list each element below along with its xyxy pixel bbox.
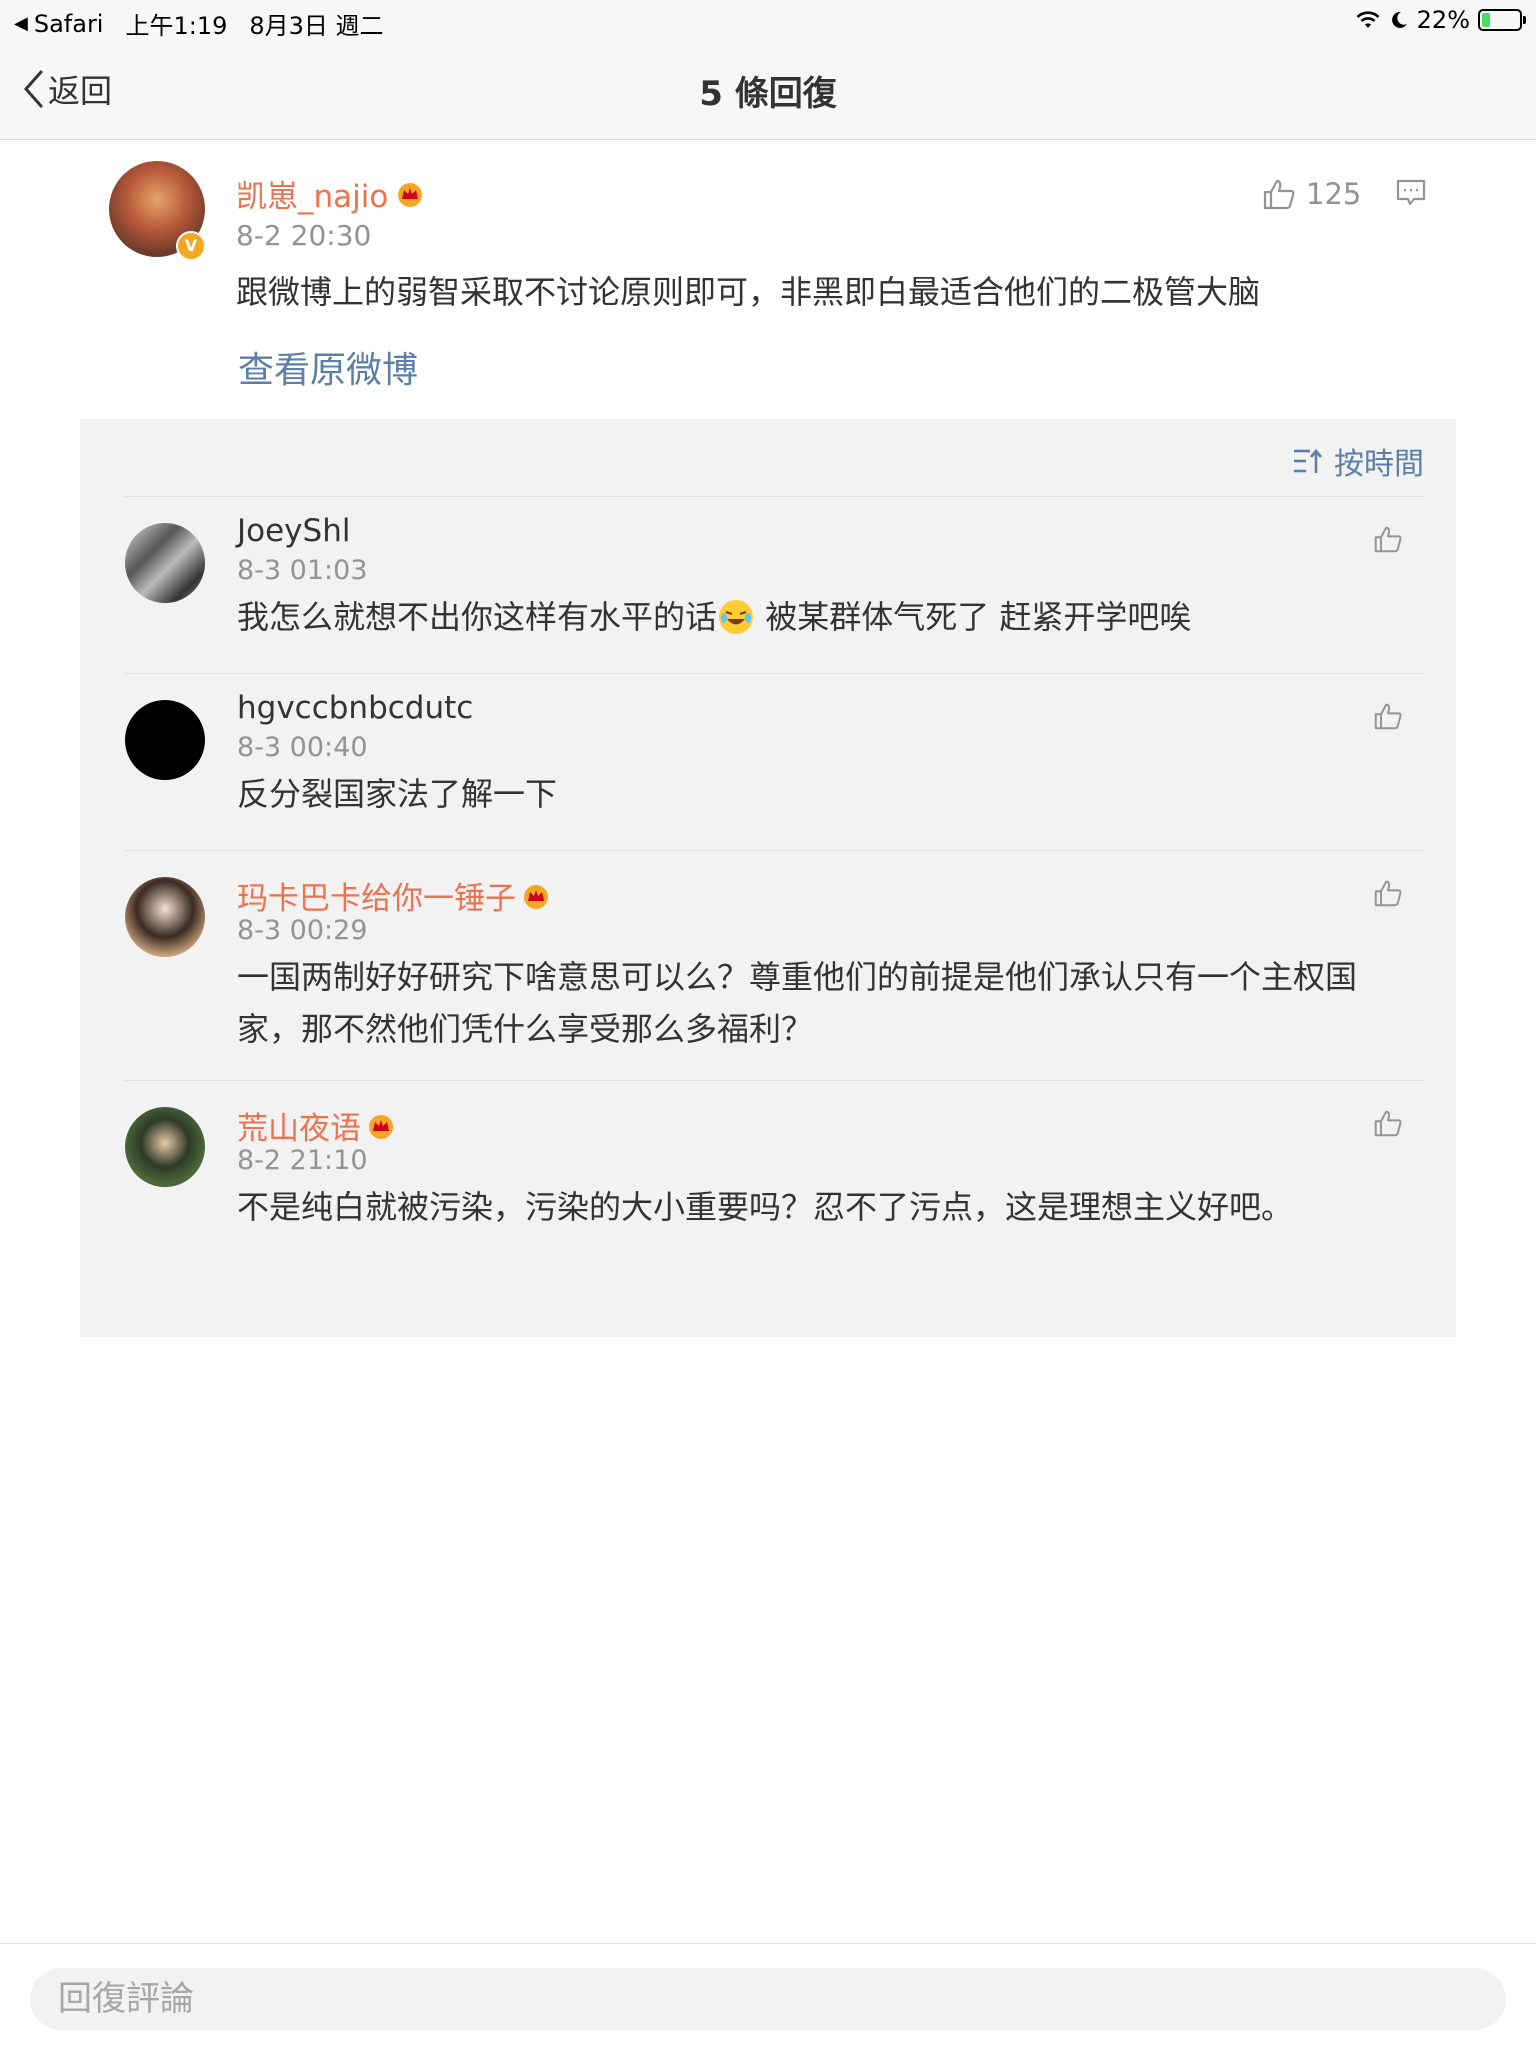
status-bar: ◀ Safari 上午1:19 8月3日 週二 22% <box>0 0 1536 40</box>
reply-text-part: 被某群体气死了 赶紧开学吧唉 <box>755 598 1192 636</box>
reply-author-text: 玛卡巴卡给你一锤子 <box>237 881 516 917</box>
like-button[interactable]: 125 <box>1262 177 1361 211</box>
like-button[interactable] <box>1373 702 1403 734</box>
reply-text: 一国两制好好研究下啥意思可以么？尊重他们的前提是他们承认只有一个主权国家，那不然… <box>237 958 1358 1048</box>
reply-text: 反分裂国家法了解一下 <box>237 775 558 813</box>
reply-text: 不是纯白就被污染，污染的大小重要吗？忍不了污点，这是理想主义好吧。 <box>237 1188 1294 1226</box>
back-to-safari[interactable]: ◀ Safari <box>14 10 103 38</box>
reply-bar <box>0 1943 1536 2048</box>
reply-author[interactable]: 玛卡巴卡给你一锤子 <box>237 873 550 918</box>
reply-item: hgvccbnbcdutc 8-3 00:40 反分裂国家法了解一下 <box>125 673 1425 850</box>
thumbs-up-icon <box>1374 1110 1402 1137</box>
moon-icon <box>1391 11 1407 28</box>
reply-item: JoeyShl 8-3 01:03 我怎么就想不出你这样有水平的话 被某群体气死… <box>125 496 1425 673</box>
comment-text: 跟微博上的弱智采取不讨论原则即可，非黑即白最适合他们的二极管大脑 <box>236 273 1261 311</box>
reply-author[interactable]: hgvccbnbcdutc <box>237 690 473 726</box>
reply-time: 8-3 01:03 <box>237 555 368 586</box>
verified-badge-icon: V <box>176 231 206 261</box>
author-name[interactable]: 凯崽_najio <box>236 171 424 216</box>
author-name-text: 凯崽_najio <box>236 179 389 215</box>
page-title: 5 條回復 <box>699 74 837 114</box>
reply-item: 荒山夜语 8-2 21:10 不是纯白就被污染，污染的大小重要吗？忍不了污点，这… <box>125 1080 1425 1310</box>
reply-button[interactable] <box>1396 179 1426 211</box>
reply-input[interactable] <box>30 1968 1506 2030</box>
comment-icon <box>1396 179 1426 206</box>
battery-percent: 22% <box>1416 6 1470 34</box>
crown-vip-icon <box>369 1114 393 1139</box>
avatar[interactable] <box>125 523 205 603</box>
avatar[interactable] <box>125 700 205 780</box>
comment-time: 8-2 20:30 <box>236 219 372 252</box>
battery-icon <box>1478 9 1526 31</box>
like-button[interactable] <box>1373 1109 1403 1141</box>
reply-author-text: 荒山夜语 <box>237 1111 361 1147</box>
reply-author[interactable]: JoeyShl <box>237 513 350 549</box>
replies-panel: 按時間 JoeyShl 8-3 01:03 我怎么就想不出你这样有水平的话 被某… <box>80 419 1456 1337</box>
battery-fill <box>1482 13 1490 27</box>
thumbs-up-icon <box>1374 526 1402 553</box>
main-comment: V 凯崽_najio 8-2 20:30 跟微博上的弱智采取不讨论原则即可，非黑… <box>0 141 1536 419</box>
reply-time: 8-3 00:29 <box>237 915 368 946</box>
reply-text-part: 我怎么就想不出你这样有水平的话 <box>237 598 718 636</box>
wifi-icon <box>1356 11 1380 28</box>
status-date: 8月3日 週二 <box>249 12 384 40</box>
avatar[interactable] <box>125 877 205 957</box>
crown-vip-icon <box>398 182 423 207</box>
thumbs-up-icon <box>1374 703 1402 730</box>
back-app-label: Safari <box>33 9 104 38</box>
status-time: 上午1:19 <box>125 12 228 40</box>
like-count: 125 <box>1306 177 1362 211</box>
sort-by-time-button[interactable]: 按時間 <box>1292 439 1424 483</box>
laugh-cry-emoji-icon <box>719 600 754 634</box>
back-triangle-icon: ◀ <box>14 13 28 34</box>
crown-vip-icon <box>524 884 548 909</box>
reply-time: 8-2 21:10 <box>237 1145 368 1176</box>
thumbs-up-icon <box>1263 179 1295 210</box>
like-button[interactable] <box>1373 879 1403 911</box>
sort-label: 按時間 <box>1334 447 1424 482</box>
reply-item: 玛卡巴卡给你一锤子 8-3 00:29 一国两制好好研究下啥意思可以么？尊重他们… <box>125 850 1425 1080</box>
reply-text: 我怎么就想不出你这样有水平的话 被某群体气死了 赶紧开学吧唉 <box>237 591 1387 643</box>
reply-author[interactable]: 荒山夜语 <box>237 1103 395 1148</box>
reply-time: 8-3 00:40 <box>237 732 368 763</box>
sort-icon <box>1294 448 1322 473</box>
view-original-link[interactable]: 查看原微博 <box>238 341 418 393</box>
like-button[interactable] <box>1373 525 1403 557</box>
avatar[interactable] <box>125 1107 205 1187</box>
nav-bar: 返回 5 條回復 <box>0 40 1536 140</box>
thumbs-up-icon <box>1374 880 1402 907</box>
